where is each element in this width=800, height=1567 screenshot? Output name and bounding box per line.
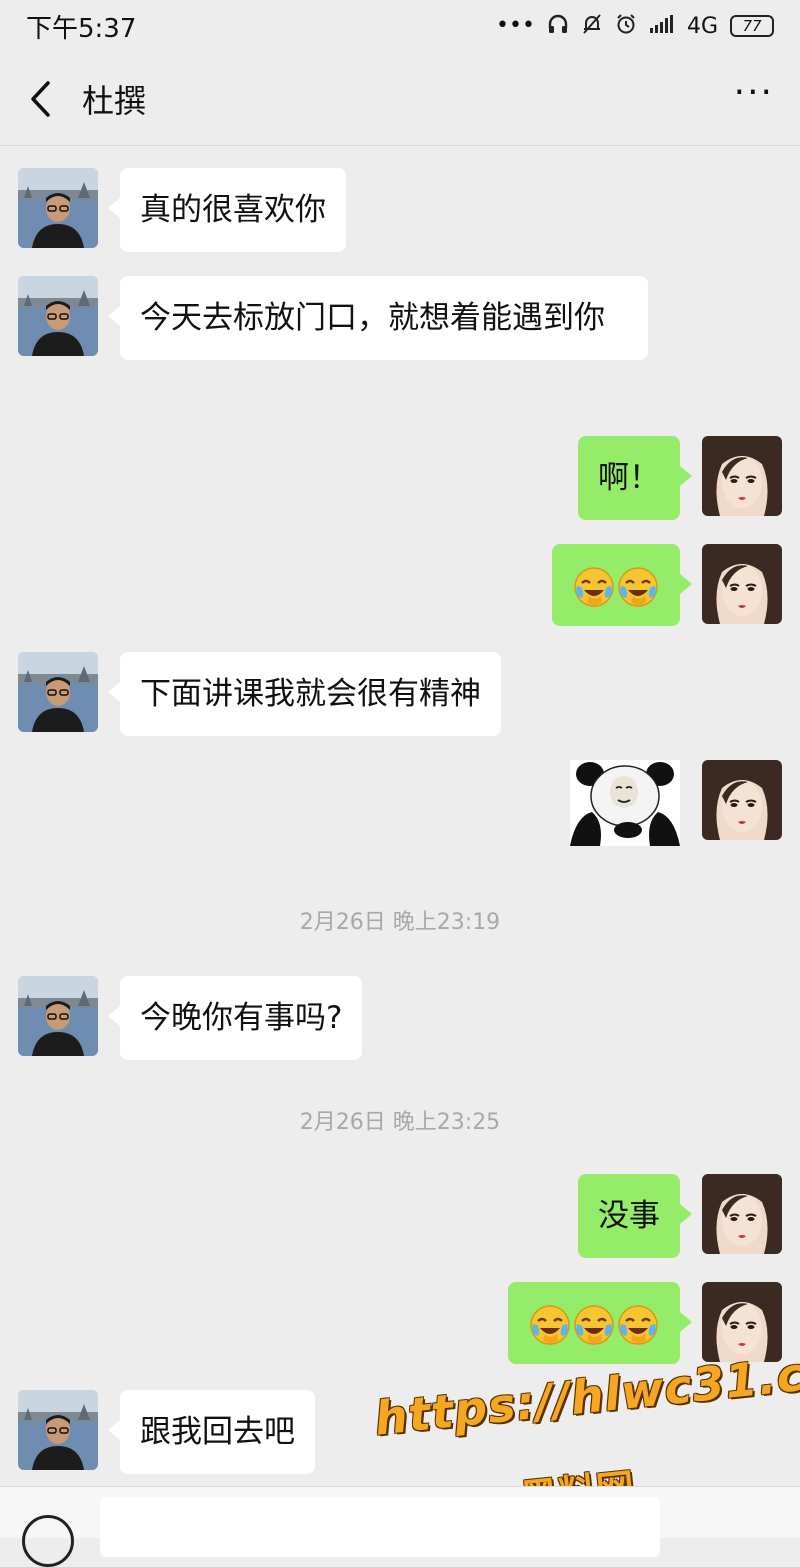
my-avatar[interactable] [702,1174,782,1254]
message-bubble[interactable]: 真的很喜欢你 [108,168,346,252]
headphones-icon [547,13,569,40]
back-button[interactable] [0,52,80,146]
laughing-crying-emoji-icon [617,566,659,608]
my-avatar[interactable] [702,544,782,624]
alarm-icon [615,13,637,40]
message-bubble[interactable]: 今天去标放门口，就想着能遇到你 [108,276,648,360]
more-dots-icon: ••• [496,13,535,38]
message-bubble[interactable]: 啊！ [578,436,692,520]
message-bubble[interactable]: 没事 [578,1174,692,1258]
mute-bell-icon [581,13,603,40]
time-stamp: 2月26日 晚上23:25 [299,1110,501,1135]
chat-title: 杜撰 [82,81,147,120]
battery-level: 77 [742,17,762,35]
contact-avatar[interactable] [18,1390,98,1470]
chat-header: 杜撰 ··· [0,52,800,146]
message-bubble[interactable]: 今晚你有事吗? [107,976,363,1060]
voice-input-button[interactable] [22,1515,74,1567]
time-stamp: 2月26日 晚上23:19 [299,910,501,935]
more-options-button[interactable]: ··· [734,75,774,111]
laughing-crying-emoji-icon [529,1304,571,1346]
message-bubble[interactable] [508,1282,692,1364]
laughing-crying-emoji-icon [617,1304,659,1346]
panda-meme-sticker[interactable] [570,760,680,846]
contact-avatar[interactable] [18,168,98,248]
message-bubble[interactable]: 下面讲课我就会很有精神 [108,652,501,736]
status-bar: 下午5:37 ••• 4G 77 [0,0,800,52]
status-icons: ••• 4G 77 [496,13,774,40]
message-bubble[interactable] [552,544,692,626]
contact-avatar[interactable] [18,976,98,1056]
contact-avatar[interactable] [18,652,98,732]
my-avatar[interactable] [702,760,782,840]
network-type: 4G [686,13,718,39]
my-avatar[interactable] [702,436,782,516]
message-bubble[interactable]: 跟我回去吧 [108,1390,315,1474]
message-input[interactable] [100,1497,660,1557]
chevron-left-icon [31,80,50,117]
battery-icon: 77 [730,15,774,37]
signal-icon [649,14,675,39]
laughing-crying-emoji-icon [573,1304,615,1346]
input-bar [0,1486,800,1567]
contact-avatar[interactable] [18,276,98,356]
message-list[interactable]: 真的很喜欢你 今天去标放门口，就想着能遇到你 啊！ 下面讲课我就会很有精神 2月… [0,146,800,1486]
laughing-crying-emoji-icon [573,566,615,608]
status-time: 下午5:37 [26,13,137,44]
